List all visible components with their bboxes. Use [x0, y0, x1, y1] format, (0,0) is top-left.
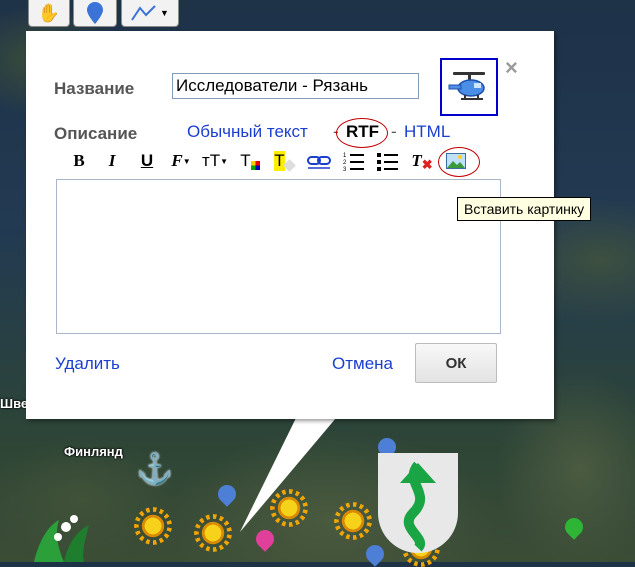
placemark-icon	[87, 2, 103, 24]
anchor-marker-icon[interactable]: ⚓	[136, 452, 173, 487]
placemark-icon-picker[interactable]	[440, 58, 498, 116]
chevron-down-icon: ▼	[160, 8, 169, 18]
font-size-button[interactable]: тT ▼	[199, 150, 231, 172]
svg-text:1: 1	[343, 153, 347, 159]
text-color-button[interactable]: T	[237, 150, 263, 172]
description-editor[interactable]	[56, 179, 501, 334]
description-label: Описание	[54, 124, 138, 143]
format-html-link[interactable]: HTML	[404, 122, 450, 141]
numbered-list-icon: 123	[343, 153, 364, 171]
red-x-icon: ✖	[421, 157, 433, 172]
remove-formatting-button[interactable]: T ✖	[410, 150, 434, 172]
font-button[interactable]: F ▼	[167, 150, 195, 172]
font-size-icon: тT	[201, 151, 221, 170]
bold-button[interactable]: B	[70, 150, 88, 172]
sun-marker-icon[interactable]	[340, 508, 366, 534]
name-label: Название	[54, 79, 135, 98]
delete-link[interactable]: Удалить	[55, 354, 120, 374]
bullet-list-icon	[377, 153, 398, 171]
italic-button[interactable]: I	[103, 150, 121, 172]
map-label-finland: Финлянд	[64, 444, 123, 459]
insert-link-button[interactable]	[306, 150, 332, 172]
format-separator: -	[391, 122, 397, 141]
image-button-highlight-oval	[438, 147, 480, 177]
marker-icon	[282, 158, 296, 172]
placemark-tool-button[interactable]	[73, 0, 117, 27]
svg-text:3: 3	[343, 167, 347, 171]
highlight-icon: T	[274, 151, 285, 171]
svg-text:2: 2	[343, 160, 347, 166]
line-tool-button[interactable]: ▼	[121, 0, 179, 27]
helicopter-icon	[448, 72, 485, 100]
sun-marker-icon[interactable]	[276, 495, 302, 521]
rtf-highlight-oval	[336, 118, 388, 148]
chevron-down-icon: ▼	[182, 156, 191, 166]
link-icon	[307, 156, 331, 169]
sun-marker-icon[interactable]	[140, 513, 166, 539]
bullet-list-button[interactable]	[376, 150, 400, 172]
remove-formatting-icon: T	[411, 151, 422, 170]
highlight-color-button[interactable]: T	[271, 150, 297, 172]
chevron-down-icon: ▼	[220, 156, 229, 166]
sun-marker-icon[interactable]	[200, 520, 226, 546]
insert-image-tooltip: Вставить картинку	[457, 197, 592, 221]
name-input[interactable]	[172, 73, 419, 99]
text-color-icon: T	[240, 151, 251, 170]
font-icon: F	[171, 151, 183, 170]
lily-marker-icon[interactable]	[24, 505, 94, 562]
ok-button[interactable]: ОК	[415, 343, 497, 383]
close-icon[interactable]: ×	[505, 57, 518, 79]
coat-of-arms-marker-icon[interactable]	[378, 453, 458, 553]
color-swatch-icon	[250, 160, 260, 170]
hand-tool-button[interactable]: ✋	[28, 0, 70, 27]
underline-button[interactable]: U	[138, 150, 156, 172]
format-plain-text-link[interactable]: Обычный текст	[187, 122, 308, 141]
numbered-list-button[interactable]: 123	[343, 150, 365, 172]
map-label-sweden: Шве	[0, 396, 29, 411]
line-tool-icon	[131, 5, 156, 21]
hand-icon: ✋	[37, 2, 61, 23]
cancel-link[interactable]: Отмена	[332, 354, 393, 374]
